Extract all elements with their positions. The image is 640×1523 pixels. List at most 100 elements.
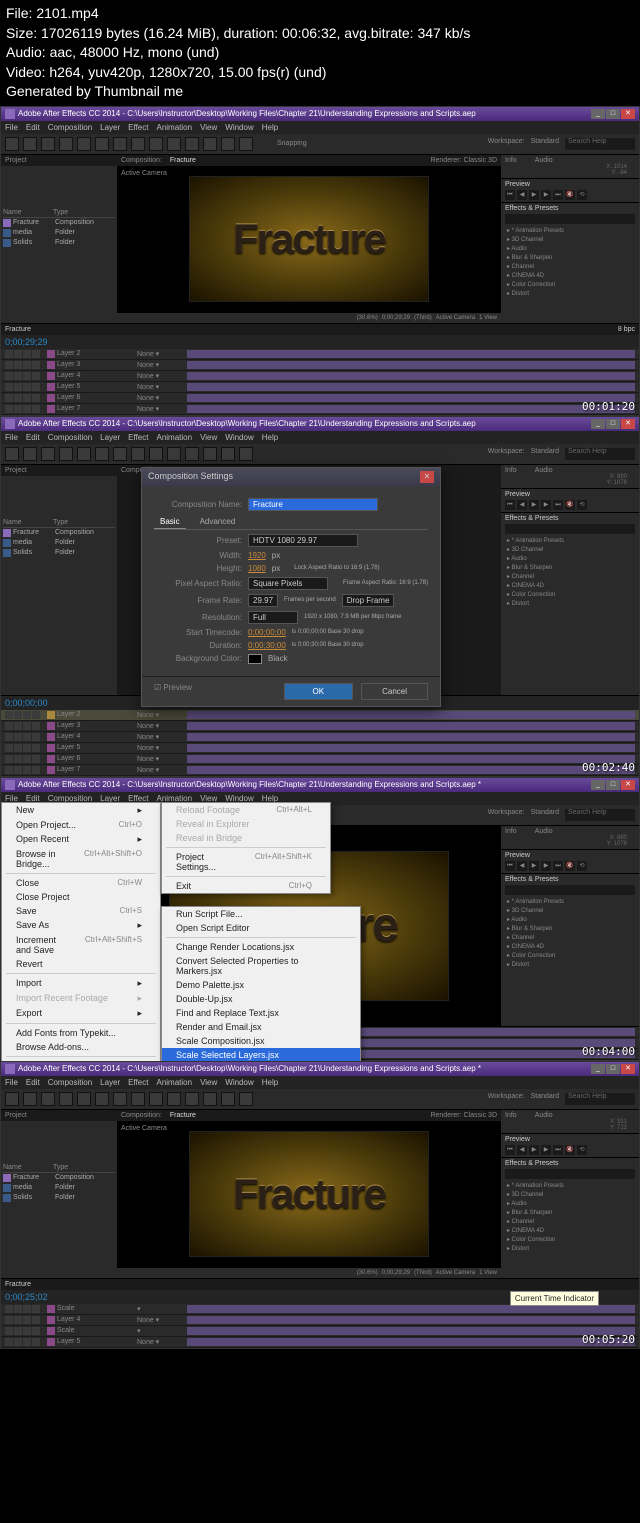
brush-tool[interactable] (167, 137, 181, 151)
tool[interactable] (113, 447, 127, 461)
comp-canvas[interactable]: Fracture (189, 176, 429, 302)
bg-color-swatch[interactable] (248, 654, 262, 664)
resolution-dropdown[interactable]: Full (248, 611, 298, 624)
tool[interactable] (149, 447, 163, 461)
zoom-level[interactable]: (30.6%) (357, 315, 378, 321)
menu-layer[interactable]: Layer (100, 1078, 120, 1087)
tool[interactable] (59, 447, 73, 461)
project-item[interactable]: FractureComposition (3, 1173, 115, 1183)
menu-item[interactable]: Change Render Locations.jsx (162, 940, 360, 954)
duration-input[interactable]: 0;00;30;00 (248, 641, 286, 650)
effect-category[interactable]: ▸ Channel (505, 572, 635, 581)
tool[interactable] (23, 447, 37, 461)
effect-category[interactable]: ▸ 3D Channel (505, 235, 635, 244)
layer-row[interactable]: Layer 5None ▾ (1, 382, 639, 393)
comp-name-input[interactable] (248, 498, 378, 511)
project-item[interactable]: mediaFolder (3, 1183, 115, 1193)
project-item[interactable]: SolidsFolder (3, 548, 115, 558)
menu-animation[interactable]: Animation (156, 1078, 192, 1087)
rect-tool[interactable] (113, 137, 127, 151)
preset-dropdown[interactable]: HDTV 1080 29.97 (248, 534, 358, 547)
effect-category[interactable]: ▸ Color Correction (505, 590, 635, 599)
menu-item[interactable]: Scale Composition.jsx (162, 1034, 360, 1048)
effect-category[interactable]: ▸ Color Correction (505, 280, 635, 289)
current-time[interactable]: 0;00;29;29 (382, 315, 410, 321)
audio-tab[interactable]: Audio (535, 157, 553, 164)
resolution-dropdown[interactable]: (Third) (414, 315, 432, 321)
tool[interactable] (167, 447, 181, 461)
clone-tool[interactable] (185, 137, 199, 151)
menu-window[interactable]: Window (225, 123, 253, 132)
close-button[interactable]: ✕ (621, 109, 635, 119)
effect-category[interactable]: ▸ Distort (505, 289, 635, 298)
project-item[interactable]: media Folder (3, 228, 115, 238)
pen-tool[interactable] (131, 137, 145, 151)
dialog-close-button[interactable]: ✕ (420, 471, 434, 483)
menu-item[interactable]: New▸ (2, 803, 160, 818)
menu-item[interactable]: Demo Palette.jsx (162, 978, 360, 992)
dropframe-dropdown[interactable]: Drop Frame (342, 594, 395, 607)
menu-item[interactable]: Increment and SaveCtrl+Alt+Shift+S (2, 933, 160, 957)
menu-item[interactable]: Save As▸ (2, 918, 160, 933)
menu-view[interactable]: View (200, 123, 217, 132)
close-button[interactable]: ✕ (621, 419, 635, 429)
menu-composition[interactable]: Composition (48, 1078, 92, 1087)
layer-row[interactable]: Layer 4None ▾ (1, 732, 639, 743)
menu-window[interactable]: Window (225, 433, 253, 442)
tool[interactable] (131, 1092, 145, 1106)
effect-category[interactable]: ▸ CINEMA 4D (505, 271, 635, 280)
menu-item[interactable]: Double-Up.jsx (162, 992, 360, 1006)
effect-category[interactable]: ▸ * Animation Presets (505, 1181, 635, 1190)
zoom-tool[interactable] (41, 137, 55, 151)
effect-category[interactable]: ▸ * Animation Presets (505, 897, 635, 906)
menu-item[interactable]: ExitCtrl+Q (162, 879, 330, 893)
menu-animation[interactable]: Animation (156, 123, 192, 132)
prev-frame-button[interactable]: ◀ (517, 190, 527, 200)
menu-item[interactable]: Run Script File... (162, 907, 360, 921)
layer-row[interactable]: Layer 2None ▾ (1, 349, 639, 360)
timeline-tab[interactable]: Fracture (5, 326, 31, 333)
menu-item[interactable]: Revert (2, 957, 160, 971)
tool[interactable] (5, 447, 19, 461)
project-tab[interactable]: Project (1, 155, 117, 166)
menu-help[interactable]: Help (262, 1078, 278, 1087)
menu-item[interactable]: Add Fonts from Typekit... (2, 1026, 160, 1040)
first-frame-button[interactable]: ⏮ (505, 190, 515, 200)
tool[interactable] (167, 1092, 181, 1106)
tool[interactable] (77, 1092, 91, 1106)
layer-row[interactable]: Layer 3None ▾ (1, 721, 639, 732)
comp-tab[interactable]: Fracture (170, 157, 196, 164)
effect-category[interactable]: ▸ Color Correction (505, 951, 635, 960)
last-frame-button[interactable]: ⏭ (553, 190, 563, 200)
menu-view[interactable]: View (200, 1078, 217, 1087)
project-item[interactable]: FractureComposition (3, 528, 115, 538)
menu-edit[interactable]: Edit (26, 123, 40, 132)
effect-category[interactable]: ▸ Audio (505, 1199, 635, 1208)
tool[interactable] (203, 447, 217, 461)
effects-tab[interactable]: Effects & Presets (505, 205, 635, 212)
selection-tool[interactable] (5, 137, 19, 151)
menu-item[interactable]: Open Script Editor (162, 921, 360, 935)
tool[interactable] (113, 1092, 127, 1106)
puppet-tool[interactable] (239, 137, 253, 151)
project-item[interactable]: Solids Folder (3, 238, 115, 248)
layer-row[interactable]: Layer 4None ▾ (1, 1315, 639, 1326)
pan-tool[interactable] (95, 137, 109, 151)
play-button[interactable]: ▶ (529, 190, 539, 200)
width-input[interactable]: 1920 (248, 551, 266, 560)
tool[interactable] (149, 1092, 163, 1106)
menu-item[interactable]: Convert Selected Properties to Markers.j… (162, 954, 360, 978)
lock-aspect-checkbox[interactable]: Lock Aspect Ratio to 16:9 (1.78) (294, 565, 379, 571)
minimize-button[interactable]: _ (591, 419, 605, 429)
project-item[interactable]: mediaFolder (3, 538, 115, 548)
effect-category[interactable]: ▸ Blur & Sharpen (505, 563, 635, 572)
eraser-tool[interactable] (203, 137, 217, 151)
effect-category[interactable]: ▸ Blur & Sharpen (505, 924, 635, 933)
effect-category[interactable]: ▸ Audio (505, 915, 635, 924)
effect-category[interactable]: ▸ Channel (505, 262, 635, 271)
preview-tab[interactable]: Preview (505, 181, 635, 188)
menu-file[interactable]: File (5, 1078, 18, 1087)
par-dropdown[interactable]: Square Pixels (248, 577, 328, 590)
tool[interactable] (95, 1092, 109, 1106)
menu-edit[interactable]: Edit (26, 1078, 40, 1087)
